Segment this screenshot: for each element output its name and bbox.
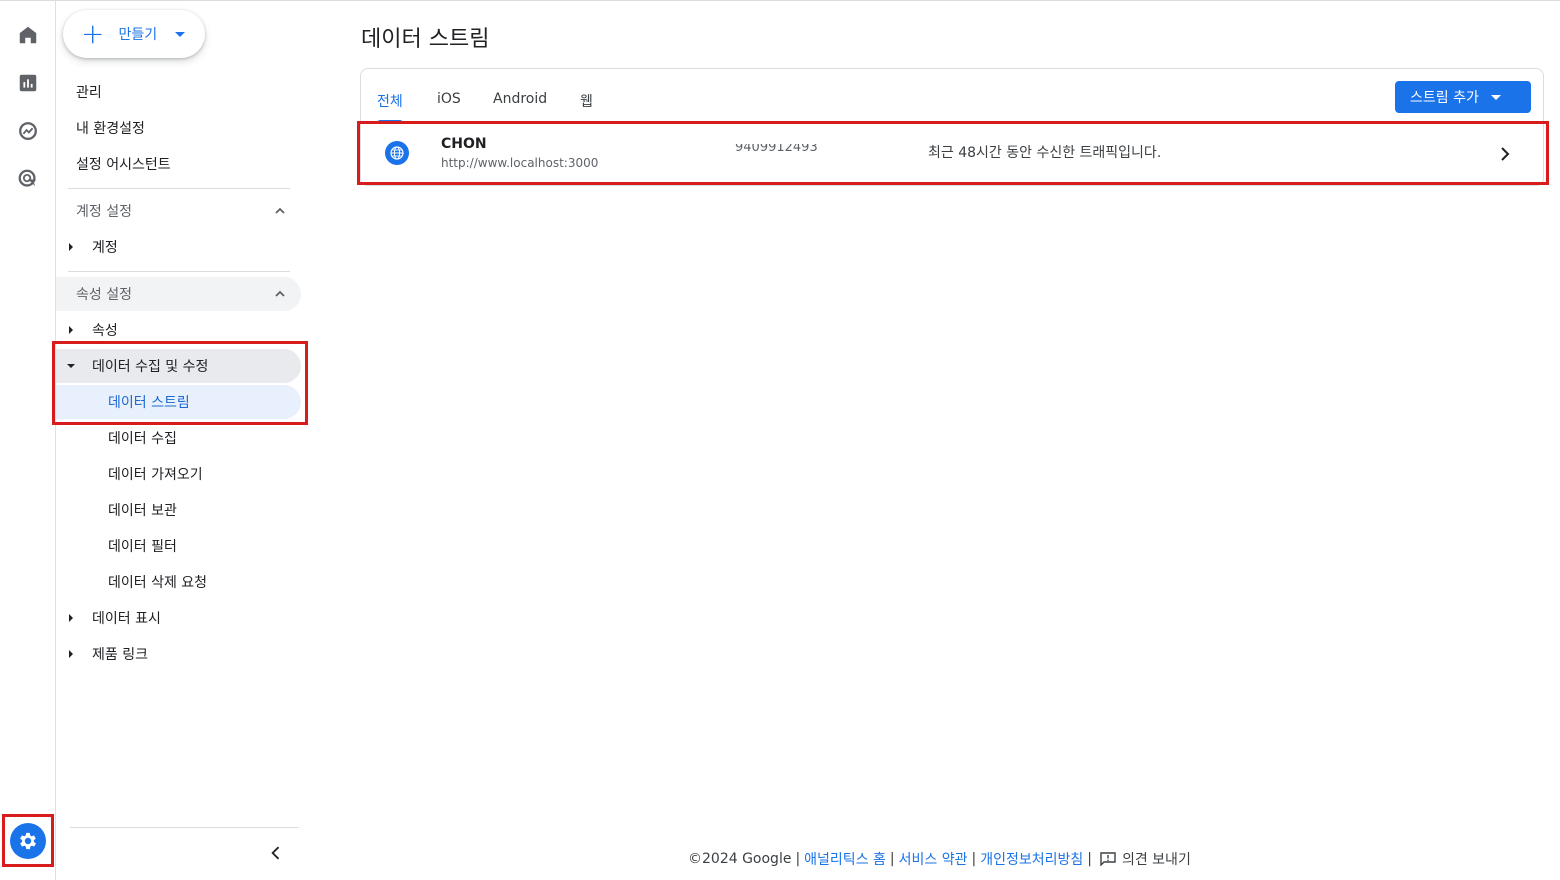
- create-button-label: 만들기: [118, 27, 158, 43]
- nav-item-label: 데이터 수집: [108, 431, 177, 447]
- expand-arrow-icon: [69, 614, 73, 622]
- nav-item-label: 계정: [92, 240, 118, 256]
- nav-divider: [68, 188, 290, 189]
- footer-separator: |: [1087, 851, 1092, 867]
- create-button[interactable]: + 만들기: [63, 10, 205, 58]
- nav-item-data-deletion-requests[interactable]: 데이터 삭제 요청: [56, 565, 301, 599]
- advertising-icon[interactable]: [8, 159, 48, 199]
- nav-item-label: 데이터 표시: [92, 611, 161, 627]
- expand-arrow-icon: [69, 326, 73, 334]
- nav-item-setup-assistant[interactable]: 설정 어시스턴트: [56, 147, 301, 181]
- chevron-up-icon: [275, 290, 285, 297]
- nav-item-admin[interactable]: 관리: [56, 75, 301, 109]
- nav-item-label: 데이터 필터: [108, 539, 177, 555]
- footer-separator: |: [971, 851, 977, 867]
- nav-item-account[interactable]: 계정: [56, 230, 301, 264]
- nav-divider: [68, 271, 290, 272]
- tab-ios[interactable]: iOS: [437, 91, 461, 123]
- nav-item-data-filters[interactable]: 데이터 필터: [56, 529, 301, 563]
- section-label: 속성 설정: [76, 287, 132, 303]
- chevron-up-icon: [275, 207, 285, 214]
- tab-android[interactable]: Android: [493, 91, 547, 123]
- nav-item-label: 데이터 보관: [108, 503, 177, 519]
- feedback-label: 의견 보내기: [1121, 852, 1191, 868]
- admin-nav: + 만들기 관리 내 환경설정 설정 어시스턴트 계정 설정 계정 속성 설정 …: [56, 1, 306, 880]
- stream-tabs: 전체 iOS Android 웹 스트림 추가: [361, 69, 1543, 123]
- feedback-icon: [1100, 852, 1116, 866]
- chevron-left-icon: [271, 846, 280, 860]
- left-rail: [0, 1, 56, 880]
- nav-item-label: 관리: [76, 85, 102, 101]
- footer-link-privacy[interactable]: 개인정보처리방침: [980, 849, 1083, 869]
- section-account-settings[interactable]: 계정 설정: [56, 194, 301, 228]
- home-icon[interactable]: [8, 15, 48, 55]
- nav-item-label: 설정 어시스턴트: [76, 157, 171, 173]
- nav-item-product-links[interactable]: 제품 링크: [56, 637, 301, 671]
- expand-arrow-icon: [69, 650, 73, 658]
- caret-down-icon: [1490, 94, 1501, 100]
- footer-separator: |: [795, 851, 801, 867]
- nav-item-label: 내 환경설정: [76, 121, 145, 137]
- nav-item-label: 데이터 삭제 요청: [108, 575, 208, 591]
- collapse-nav-button[interactable]: [264, 841, 288, 865]
- nav-item-label: 속성: [92, 323, 118, 339]
- footer-link-terms[interactable]: 서비스 약관: [899, 849, 968, 869]
- footer: ©2024 Google | 애널리틱스 홈 | 서비스 약관 | 개인정보처리…: [688, 849, 1191, 869]
- nav-item-label: 제품 링크: [92, 647, 148, 663]
- explore-icon[interactable]: [8, 111, 48, 151]
- page-title: 데이터 스트림: [361, 27, 490, 52]
- settings-icon: [10, 822, 46, 859]
- add-stream-button[interactable]: 스트림 추가: [1395, 81, 1531, 113]
- footer-link-analytics-home[interactable]: 애널리틱스 홈: [804, 849, 886, 869]
- nav-item-data-import[interactable]: 데이터 가져오기: [56, 457, 301, 491]
- add-stream-label: 스트림 추가: [1410, 90, 1479, 106]
- footer-copyright: ©2024 Google: [688, 851, 792, 867]
- feedback-button[interactable]: 의견 보내기: [1100, 849, 1191, 869]
- section-label: 계정 설정: [76, 204, 132, 220]
- settings-button[interactable]: [2, 814, 54, 867]
- highlight-box-nav: [52, 341, 308, 425]
- expand-arrow-icon: [69, 243, 73, 251]
- tab-web[interactable]: 웹: [580, 91, 593, 123]
- highlight-box-stream: [357, 121, 1549, 185]
- nav-item-data-display[interactable]: 데이터 표시: [56, 601, 301, 635]
- nav-item-data-collection[interactable]: 데이터 수집: [56, 421, 301, 455]
- footer-separator: |: [889, 851, 895, 867]
- nav-item-my-settings[interactable]: 내 환경설정: [56, 111, 301, 145]
- nav-item-label: 데이터 가져오기: [108, 467, 203, 483]
- tab-all[interactable]: 전체: [377, 91, 403, 123]
- reports-icon[interactable]: [8, 63, 48, 103]
- plus-icon: +: [81, 17, 105, 50]
- caret-down-icon: [175, 31, 186, 37]
- nav-item-data-retention[interactable]: 데이터 보관: [56, 493, 301, 527]
- nav-bottom-divider: [70, 827, 299, 828]
- section-property-settings[interactable]: 속성 설정: [56, 277, 301, 311]
